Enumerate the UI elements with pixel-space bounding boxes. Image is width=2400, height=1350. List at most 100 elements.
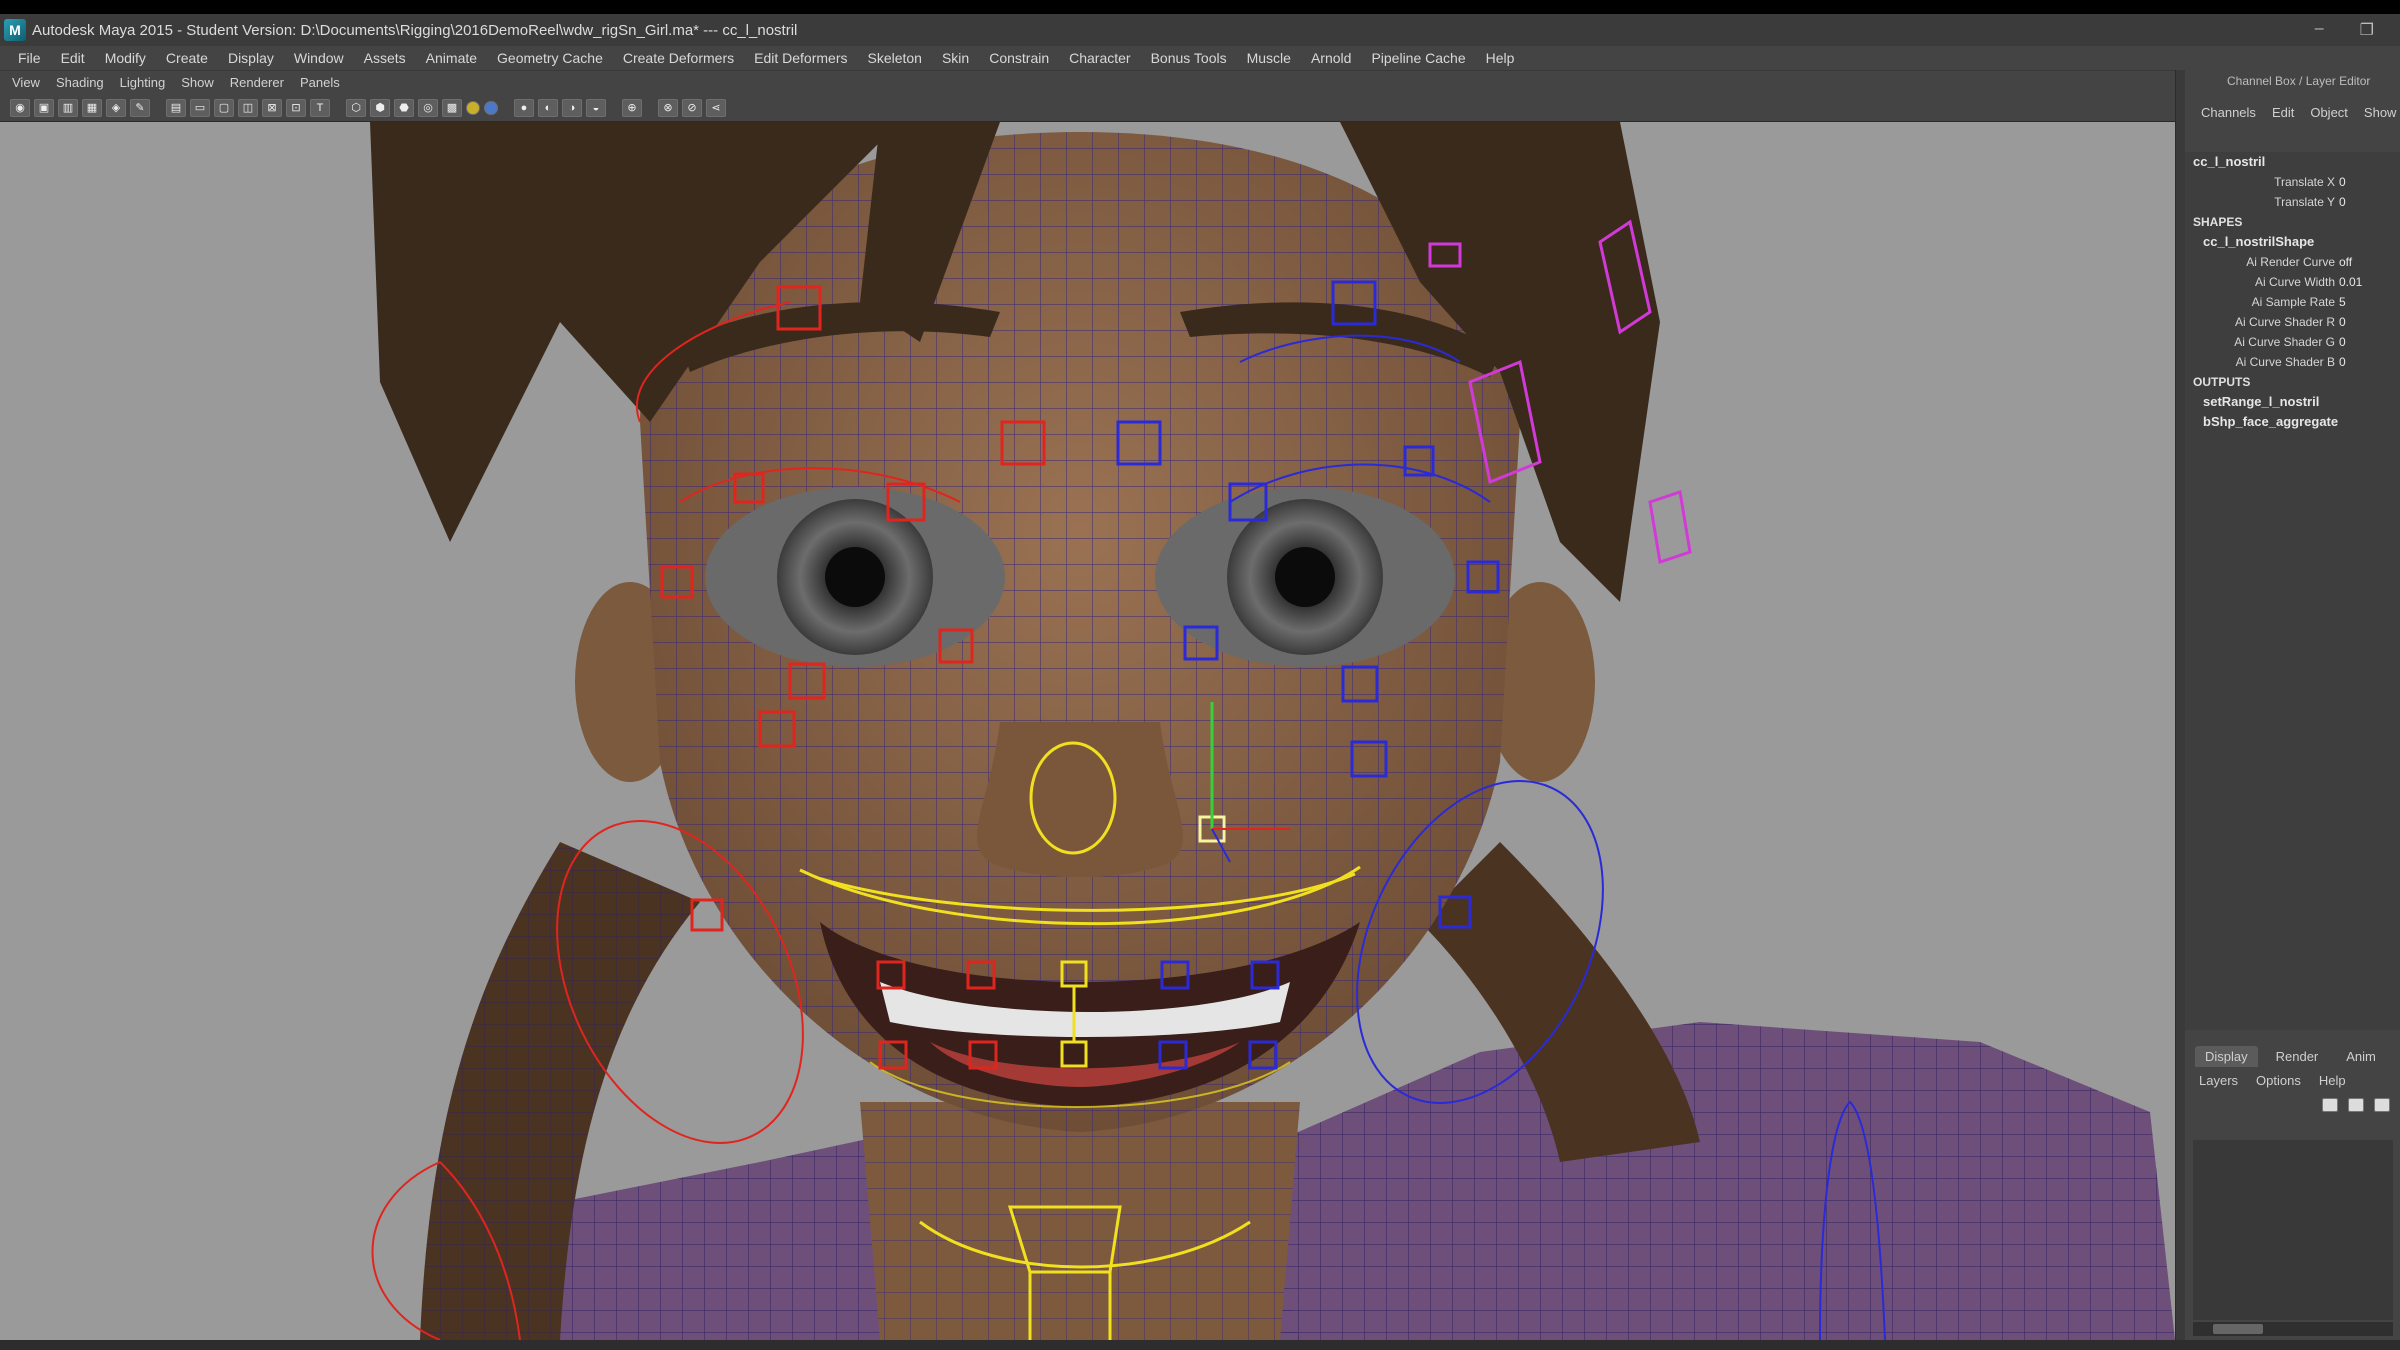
menu-animate[interactable]: Animate xyxy=(416,50,487,66)
shadows-icon[interactable] xyxy=(484,100,498,115)
selected-node-name[interactable]: cc_l_nostril xyxy=(2185,152,2400,172)
layer-horizontal-scrollbar[interactable] xyxy=(2193,1322,2393,1336)
panel-menu-view[interactable]: View xyxy=(6,75,50,90)
field-chart-icon[interactable]: ⊠ xyxy=(262,98,282,117)
panel-menu-lighting[interactable]: Lighting xyxy=(114,75,176,90)
attr-row[interactable]: Ai Curve Width 0.01 xyxy=(2185,272,2400,292)
layer-tab-render[interactable]: Render xyxy=(2266,1046,2329,1067)
layer-tab-display[interactable]: Display xyxy=(2195,1046,2258,1067)
layer-menu-layers[interactable]: Layers xyxy=(2199,1073,2238,1088)
layer-list[interactable] xyxy=(2193,1140,2393,1320)
wireframe-on-shaded-icon[interactable]: ⬣ xyxy=(394,98,414,117)
menu-character[interactable]: Character xyxy=(1059,50,1140,66)
menu-bonus-tools[interactable]: Bonus Tools xyxy=(1141,50,1237,66)
attr-row[interactable]: Translate Y 0 xyxy=(2185,192,2400,212)
left-eye xyxy=(705,487,1005,667)
xray-icon[interactable]: ◎ xyxy=(418,98,438,117)
camera-lock-icon[interactable]: ◈ xyxy=(106,98,126,117)
menu-constrain[interactable]: Constrain xyxy=(979,50,1059,66)
smooth-shade-icon[interactable]: ⬢ xyxy=(370,98,390,117)
share-icon[interactable]: ⋖ xyxy=(706,98,726,117)
menu-assets[interactable]: Assets xyxy=(354,50,416,66)
wireframe-icon[interactable]: ⬡ xyxy=(346,98,366,117)
output-node[interactable]: bShp_face_aggregate xyxy=(2185,412,2400,432)
motion-blur-icon[interactable]: ◐ xyxy=(538,98,558,117)
gate-mask-icon[interactable]: ◫ xyxy=(238,98,258,117)
menu-create-deformers[interactable]: Create Deformers xyxy=(613,50,744,66)
tab-object[interactable]: Object xyxy=(2304,105,2358,120)
grease-pencil-icon[interactable]: ✎ xyxy=(130,98,150,117)
new-layer-selected-icon[interactable] xyxy=(2348,1098,2364,1112)
panel-menu-renderer[interactable]: Renderer xyxy=(224,75,294,90)
camera-attributes-icon[interactable]: ▣ xyxy=(34,98,54,117)
attr-row[interactable]: Ai Render Curve off xyxy=(2185,252,2400,272)
toolbar-separator xyxy=(502,99,510,117)
menu-create[interactable]: Create xyxy=(156,50,218,66)
xray-joints-icon[interactable]: ⊗ xyxy=(658,98,678,117)
3d-viewport[interactable] xyxy=(0,122,2175,1340)
screen-space-ao-icon[interactable]: ● xyxy=(514,98,534,117)
menu-modify[interactable]: Modify xyxy=(95,50,156,66)
grid-icon[interactable]: ▤ xyxy=(166,98,186,117)
menu-edit[interactable]: Edit xyxy=(51,50,95,66)
attr-name: Ai Curve Width xyxy=(2254,275,2335,289)
minimize-button[interactable]: – xyxy=(2315,20,2324,40)
attr-value[interactable]: off xyxy=(2335,252,2352,272)
bookmark-icon[interactable]: ▥ xyxy=(58,98,78,117)
attr-value[interactable]: 0 xyxy=(2335,332,2346,352)
tab-edit[interactable]: Edit xyxy=(2266,105,2304,120)
attr-name: Translate X xyxy=(2274,175,2335,189)
attr-value[interactable]: 0.01 xyxy=(2335,272,2362,292)
resolution-gate-icon[interactable]: ▢ xyxy=(214,98,234,117)
depth-of-field-icon[interactable]: ◒ xyxy=(586,98,606,117)
panel-menu-panels[interactable]: Panels xyxy=(294,75,350,90)
menu-pipeline-cache[interactable]: Pipeline Cache xyxy=(1361,50,1475,66)
attr-value[interactable]: 5 xyxy=(2335,292,2346,312)
menu-display[interactable]: Display xyxy=(218,50,284,66)
film-gate-icon[interactable]: ▭ xyxy=(190,98,210,117)
menu-help[interactable]: Help xyxy=(1476,50,1525,66)
safe-action-icon[interactable]: ⊡ xyxy=(286,98,306,117)
attr-row[interactable]: Translate X 0 xyxy=(2185,172,2400,192)
restore-button[interactable]: ❐ xyxy=(2360,20,2374,40)
toolbar-separator xyxy=(646,99,654,117)
menu-muscle[interactable]: Muscle xyxy=(1237,50,1301,66)
shape-node-name[interactable]: cc_l_nostrilShape xyxy=(2185,232,2400,252)
camera-select-icon[interactable]: ◉ xyxy=(10,98,30,117)
new-layer-icon[interactable] xyxy=(2322,1098,2338,1112)
use-all-lights-icon[interactable] xyxy=(466,100,480,115)
panel-menu-shading[interactable]: Shading xyxy=(50,75,114,90)
panel-menu-show[interactable]: Show xyxy=(175,75,224,90)
isolate-select-icon[interactable]: ⊕ xyxy=(622,98,642,117)
menu-geometry-cache[interactable]: Geometry Cache xyxy=(487,50,613,66)
menu-arnold[interactable]: Arnold xyxy=(1301,50,1361,66)
scrollbar-thumb[interactable] xyxy=(2213,1324,2263,1334)
safe-title-icon[interactable]: T xyxy=(310,98,330,117)
attr-value[interactable]: 0 xyxy=(2335,352,2346,372)
menu-edit-deformers[interactable]: Edit Deformers xyxy=(744,50,857,66)
xray-active-icon[interactable]: ⊘ xyxy=(682,98,702,117)
layer-menu-help[interactable]: Help xyxy=(2319,1073,2346,1088)
attr-row[interactable]: Ai Curve Shader B 0 xyxy=(2185,352,2400,372)
attr-value[interactable]: 0 xyxy=(2335,172,2346,192)
menu-window[interactable]: Window xyxy=(284,50,354,66)
layer-menu-options[interactable]: Options xyxy=(2256,1073,2301,1088)
tab-show[interactable]: Show xyxy=(2358,105,2400,120)
menu-skin[interactable]: Skin xyxy=(932,50,979,66)
anti-aliasing-icon[interactable]: ◑ xyxy=(562,98,582,117)
image-plane-icon[interactable]: ▦ xyxy=(82,98,102,117)
attr-value[interactable]: 0 xyxy=(2335,192,2346,212)
output-node[interactable]: setRange_l_nostril xyxy=(2185,392,2400,412)
attr-row[interactable]: Ai Curve Shader G 0 xyxy=(2185,332,2400,352)
panel-splitter[interactable] xyxy=(2175,70,2185,1340)
textured-icon[interactable]: ▩ xyxy=(442,98,462,117)
attr-value[interactable]: 0 xyxy=(2335,312,2346,332)
menu-skeleton[interactable]: Skeleton xyxy=(857,50,931,66)
menu-file[interactable]: File xyxy=(8,50,51,66)
attr-name: Ai Curve Shader R xyxy=(2234,315,2335,329)
attr-row[interactable]: Ai Sample Rate 5 xyxy=(2185,292,2400,312)
attr-row[interactable]: Ai Curve Shader R 0 xyxy=(2185,312,2400,332)
tab-channels[interactable]: Channels xyxy=(2195,105,2266,120)
layer-options-icon[interactable] xyxy=(2374,1098,2390,1112)
layer-tab-anim[interactable]: Anim xyxy=(2336,1046,2386,1067)
